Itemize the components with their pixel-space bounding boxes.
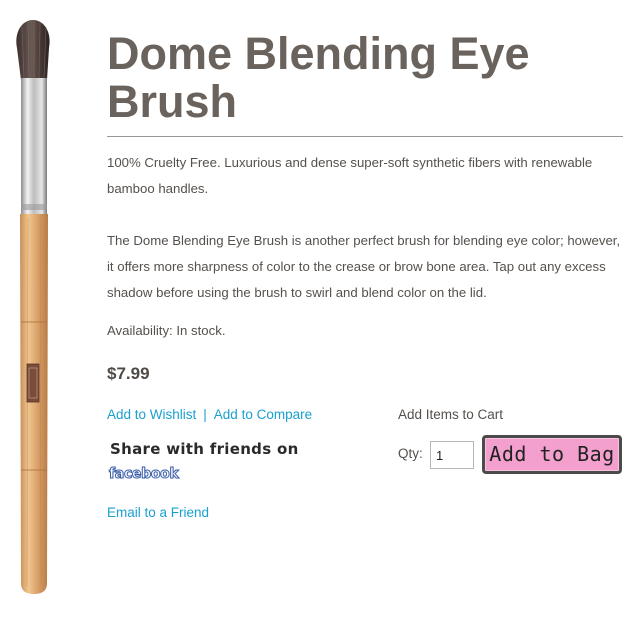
makeup-brush-image [16,20,50,594]
email-to-friend-link[interactable]: Email to a Friend [107,503,209,523]
product-page: Dome Blending Eye Brush 100% Cruelty Fre… [0,0,637,619]
quantity-label: Qty: [398,446,423,461]
title-divider [107,136,623,137]
product-short-description: 100% Cruelty Free. Luxurious and dense s… [107,155,593,196]
availability-status: Availability: In stock. [107,323,226,338]
share-with-friends-label: Share with friends on [110,440,299,458]
add-to-wishlist-link[interactable]: Add to Wishlist [107,407,196,422]
add-to-compare-link[interactable]: Add to Compare [214,407,312,422]
product-title: Dome Blending Eye Brush [107,28,530,127]
facebook-share-button[interactable]: facebook [109,464,180,484]
link-separator: | [203,407,207,422]
add-items-to-cart-heading: Add Items to Cart [398,407,504,422]
product-long-description: The Dome Blending Eye Brush is another p… [107,233,621,300]
quantity-input[interactable] [430,441,474,469]
add-to-bag-button[interactable]: Add to Bag [482,435,622,474]
product-price: $7.99 [107,364,150,383]
product-actions-links: Add to Wishlist | Add to Compare [107,405,312,425]
